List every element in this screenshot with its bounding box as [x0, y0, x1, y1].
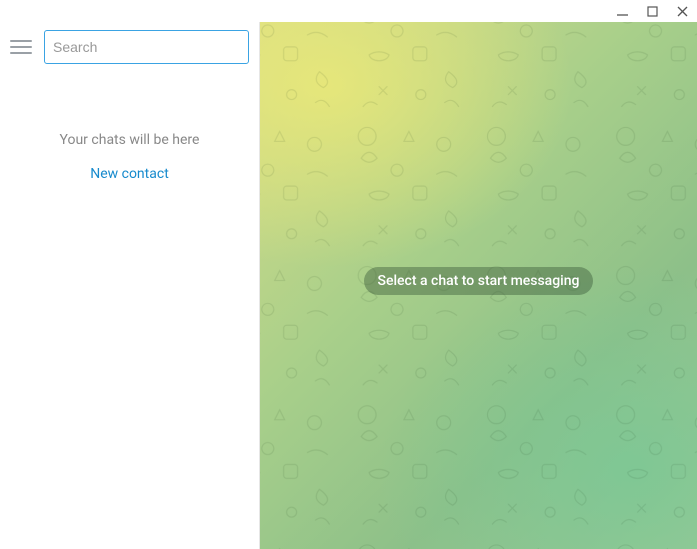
- chat-area: Select a chat to start messaging: [260, 22, 697, 549]
- new-contact-link[interactable]: New contact: [20, 166, 239, 182]
- sidebar-empty-state: Your chats will be here New contact: [0, 132, 259, 182]
- search-input[interactable]: [53, 39, 240, 55]
- search-box[interactable]: [44, 30, 249, 64]
- sidebar-header: [0, 22, 259, 72]
- minimize-button[interactable]: [615, 4, 629, 18]
- main-layout: Your chats will be here New contact: [0, 22, 697, 549]
- minimize-icon: [617, 6, 628, 17]
- hamburger-icon: [10, 40, 32, 42]
- maximize-icon: [647, 6, 658, 17]
- maximize-button[interactable]: [645, 4, 659, 18]
- chat-placeholder-pill: Select a chat to start messaging: [364, 267, 594, 295]
- empty-chats-text: Your chats will be here: [20, 132, 239, 148]
- sidebar: Your chats will be here New contact: [0, 22, 260, 549]
- menu-button[interactable]: [10, 36, 32, 58]
- close-icon: [677, 6, 688, 17]
- window-titlebar: [0, 0, 697, 22]
- close-button[interactable]: [675, 4, 689, 18]
